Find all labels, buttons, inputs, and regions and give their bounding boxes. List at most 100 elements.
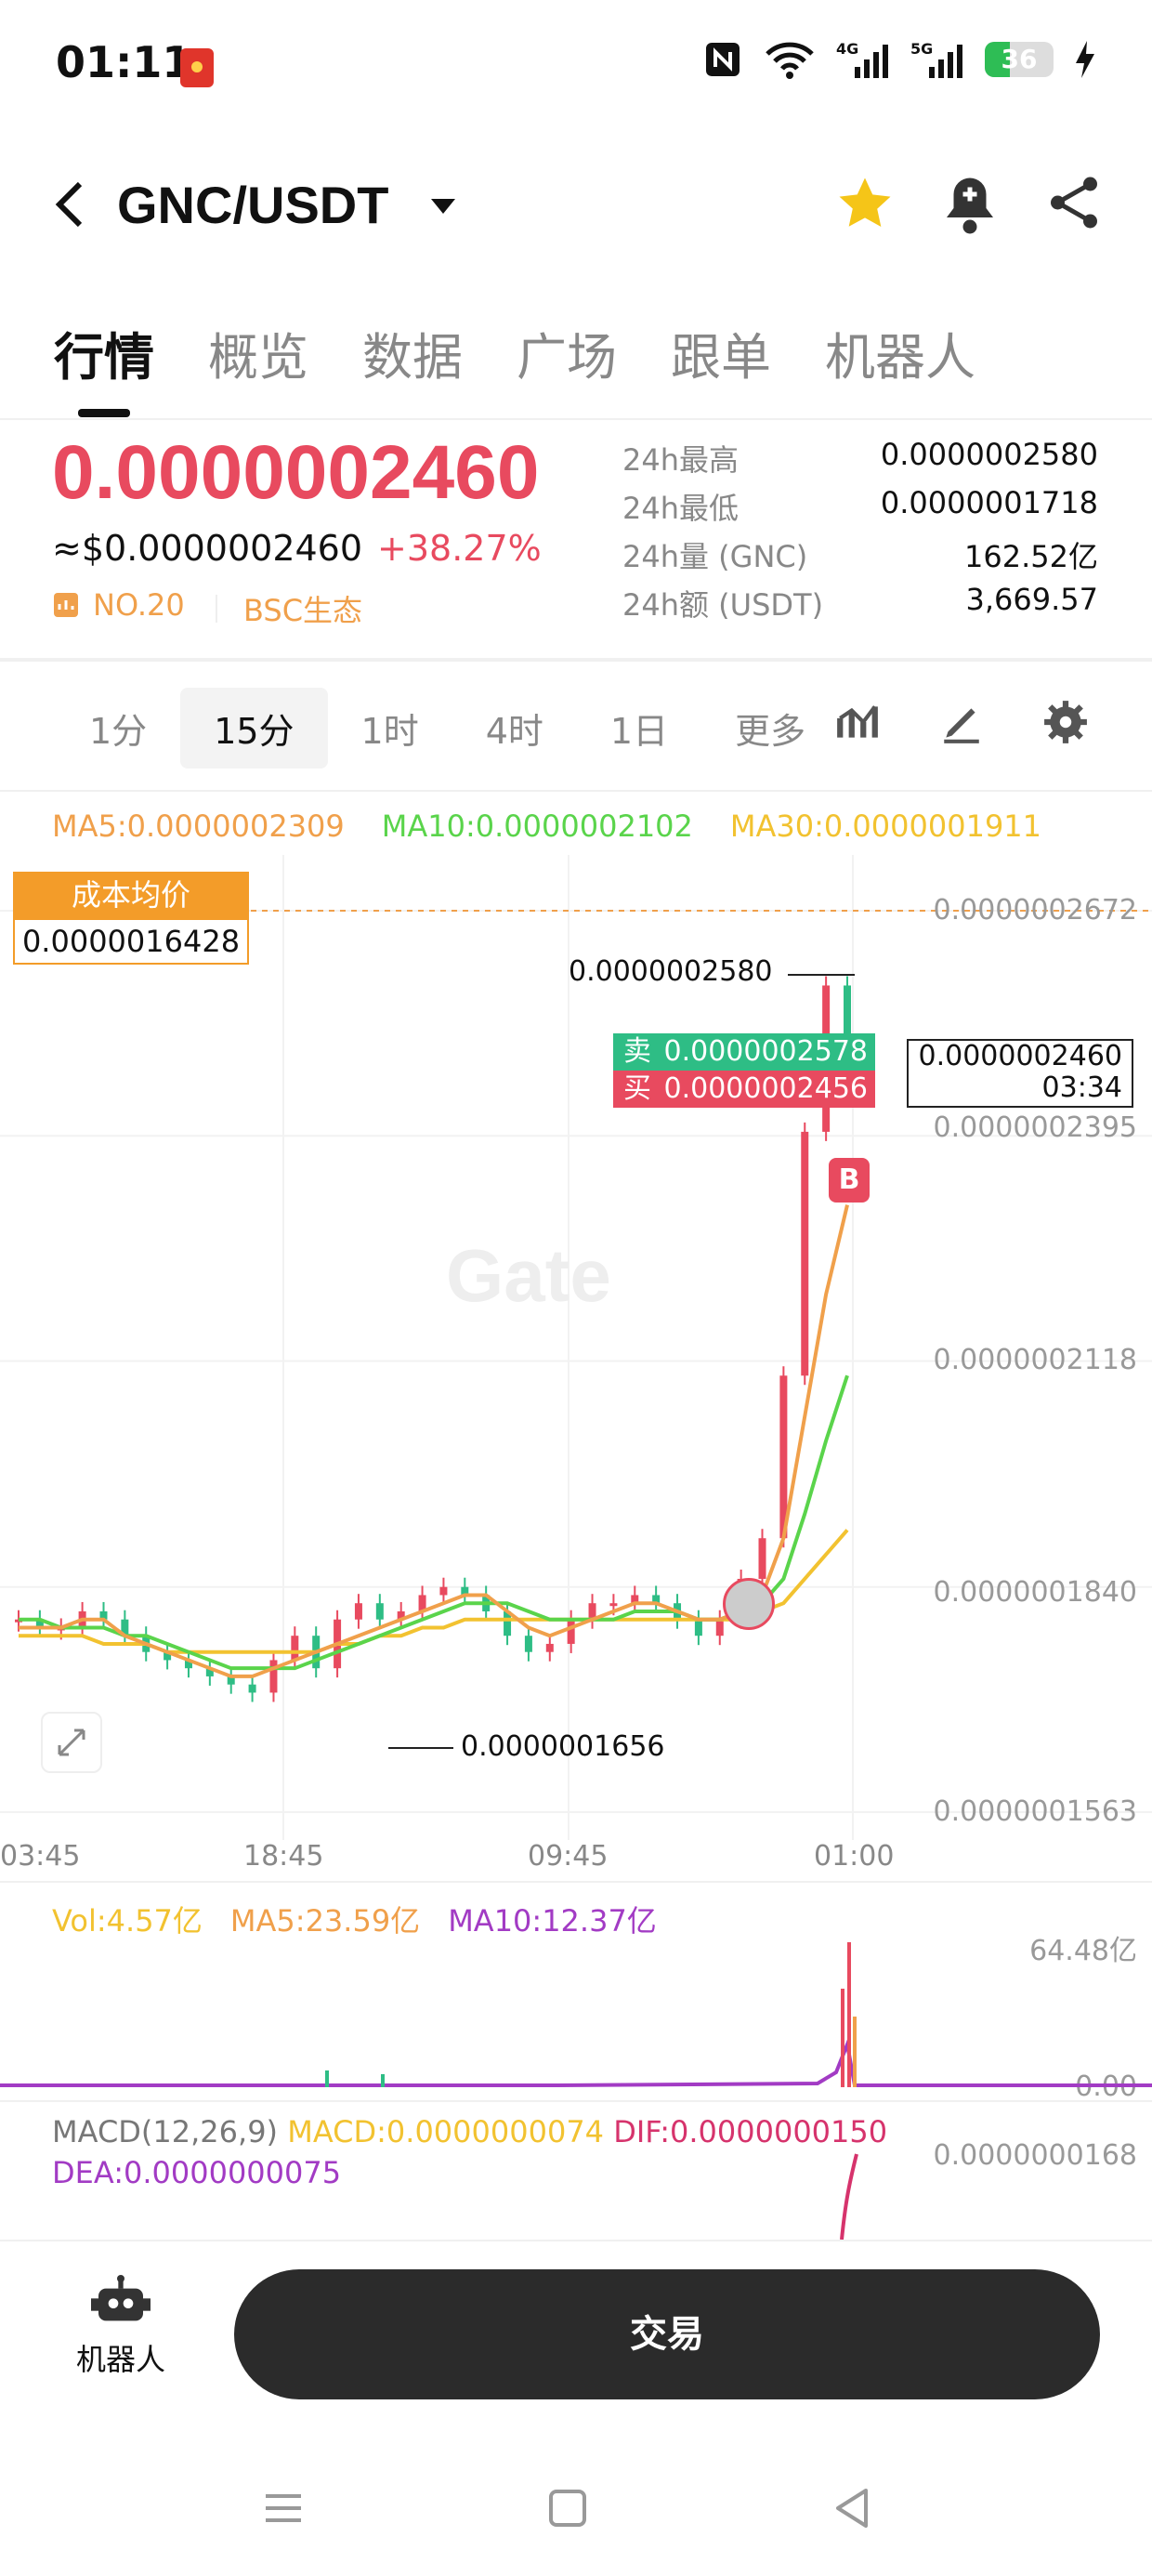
interval-1h[interactable]: 1时 <box>328 688 452 769</box>
bot-label: 机器人 <box>75 2342 165 2377</box>
vol-bar <box>841 1989 844 2087</box>
interval-more[interactable]: 更多 <box>701 688 805 769</box>
system-nav-bar <box>0 2472 1152 2565</box>
bot-button[interactable]: 机器人 <box>56 2273 186 2379</box>
x-tick-label: 01:00 <box>814 1840 895 1873</box>
candle <box>694 1619 702 1636</box>
battery-level: 36 <box>1001 44 1038 74</box>
rank-icon <box>54 593 78 617</box>
tab-overview[interactable]: 概览 <box>208 316 308 389</box>
high-annotation: 0.0000002580 <box>569 955 773 988</box>
menu-icon[interactable] <box>260 2485 307 2531</box>
home-icon[interactable] <box>544 2485 591 2531</box>
macd-ymax: 0.0000000168 <box>933 2139 1138 2172</box>
stat-row: 24h最高 0.0000002580 <box>622 437 1098 485</box>
high-leader <box>788 974 855 976</box>
interval-1d[interactable]: 1日 <box>577 688 701 769</box>
tab-data[interactable]: 数据 <box>362 316 463 389</box>
svg-text:5G: 5G <box>910 40 933 58</box>
usd-price: ≈$0.0000002460 <box>52 528 363 569</box>
robot-icon <box>91 2275 151 2321</box>
header: GNC/USDT <box>0 158 1152 251</box>
candle <box>545 1643 554 1652</box>
tab-market[interactable]: 行情 <box>54 316 154 389</box>
stat-label: 24h额 (USDT) <box>622 587 824 623</box>
vol-ma-line <box>0 2037 1152 2087</box>
y-tick-label: 0.0000001563 <box>933 1795 1138 1828</box>
main-tabs: 行情 概览 数据 广场 跟单 机器人 <box>54 316 975 389</box>
ma10-value: MA10:0.0000002102 <box>381 808 693 844</box>
candle <box>715 1619 724 1636</box>
candle <box>567 1619 575 1644</box>
vol-bar <box>325 2070 329 2087</box>
bid-price: 0.0000002456 <box>663 1072 869 1105</box>
watermark: Gate <box>446 1234 611 1317</box>
macd-dif: DIF:0.0000000150 <box>613 2114 888 2149</box>
ask-row: 卖 0.0000002578 <box>613 1033 875 1071</box>
alert-bell-icon[interactable] <box>942 173 998 234</box>
y-tick-label: 0.0000002395 <box>933 1111 1138 1144</box>
bid-label: 买 <box>623 1072 651 1105</box>
share-icon[interactable] <box>1046 175 1102 230</box>
stat-value: 0.0000001718 <box>880 485 1098 520</box>
caret-down-icon[interactable] <box>429 191 457 219</box>
macd-line <box>840 2153 858 2240</box>
stat-label: 24h量 (GNC) <box>622 539 808 574</box>
x-tick-label: 03:45 <box>0 1840 81 1873</box>
interval-4h[interactable]: 4时 <box>452 688 577 769</box>
candle <box>291 1636 299 1661</box>
nfc-icon <box>706 43 740 76</box>
candle <box>801 1131 809 1376</box>
avatar[interactable] <box>723 1578 775 1630</box>
macd-legend: MACD(12,26,9) MACD:0.0000000074 DIF:0.00… <box>52 2111 888 2193</box>
last-price-box: 0.0000002460 03:34 <box>907 1039 1133 1108</box>
interval-selector: 1分 15分 1时 4时 1日 更多 <box>56 688 805 769</box>
stats-table: 24h最高 0.0000002580 24h最低 0.0000001718 24h量… <box>622 437 1098 630</box>
back-icon[interactable] <box>52 177 89 232</box>
vol-bar <box>847 1942 851 2087</box>
signal-4g-icon: 4G <box>836 40 888 78</box>
status-time: 01:11 <box>56 37 192 87</box>
pair-title[interactable]: GNC/USDT <box>117 175 388 235</box>
interval-1m[interactable]: 1分 <box>56 688 180 769</box>
rank-badge[interactable]: NO.20 <box>52 587 185 623</box>
candle <box>439 1586 448 1596</box>
tab-bot[interactable]: 机器人 <box>825 316 975 389</box>
tab-copy-trade[interactable]: 跟单 <box>671 316 771 389</box>
vol-bar <box>853 2017 857 2087</box>
separator <box>216 595 217 623</box>
candle <box>524 1636 532 1652</box>
x-tick-label: 09:45 <box>528 1840 609 1873</box>
svg-text:4G: 4G <box>836 40 858 58</box>
stat-value: 0.0000002580 <box>880 437 1098 472</box>
tab-square[interactable]: 广场 <box>517 316 617 389</box>
stat-label: 24h最低 <box>622 491 740 526</box>
rank-label: NO.20 <box>93 587 185 623</box>
fullscreen-button[interactable] <box>41 1712 102 1773</box>
interval-15m[interactable]: 15分 <box>180 688 328 769</box>
cost-average-tag[interactable]: 成本均价 0.0000016428 <box>13 872 249 965</box>
candle <box>269 1660 278 1693</box>
candle <box>375 1603 384 1620</box>
status-icons: 4G 5G 36 <box>702 39 1096 80</box>
star-icon[interactable] <box>834 173 896 234</box>
divider <box>0 2240 1152 2241</box>
candle <box>609 1603 618 1607</box>
candle <box>758 1538 766 1579</box>
ecosystem-tag[interactable]: BSC生态 <box>243 587 362 630</box>
low-leader <box>388 1747 453 1749</box>
trade-button[interactable]: 交易 <box>234 2269 1100 2399</box>
buy-marker[interactable]: B <box>829 1158 870 1203</box>
candle-countdown: 03:34 <box>1041 1071 1122 1104</box>
back-nav-icon[interactable] <box>829 2485 875 2531</box>
indicator-icon[interactable] <box>834 699 881 745</box>
status-bar: 01:11 4G 5G 36 <box>0 0 1152 139</box>
draw-pen-icon[interactable] <box>938 699 985 745</box>
last-price: 0.0000002460 <box>52 430 540 515</box>
settings-gear-icon[interactable] <box>1042 699 1089 745</box>
macd-dea: DEA:0.0000000075 <box>52 2155 342 2190</box>
ma-legend: MA5:0.0000002309 MA10:0.0000002102 MA30:… <box>52 808 1041 844</box>
orderbook-quote[interactable]: 卖 0.0000002578 买 0.0000002456 <box>613 1033 875 1108</box>
stat-label: 24h最高 <box>622 442 740 478</box>
divider <box>0 658 1152 662</box>
